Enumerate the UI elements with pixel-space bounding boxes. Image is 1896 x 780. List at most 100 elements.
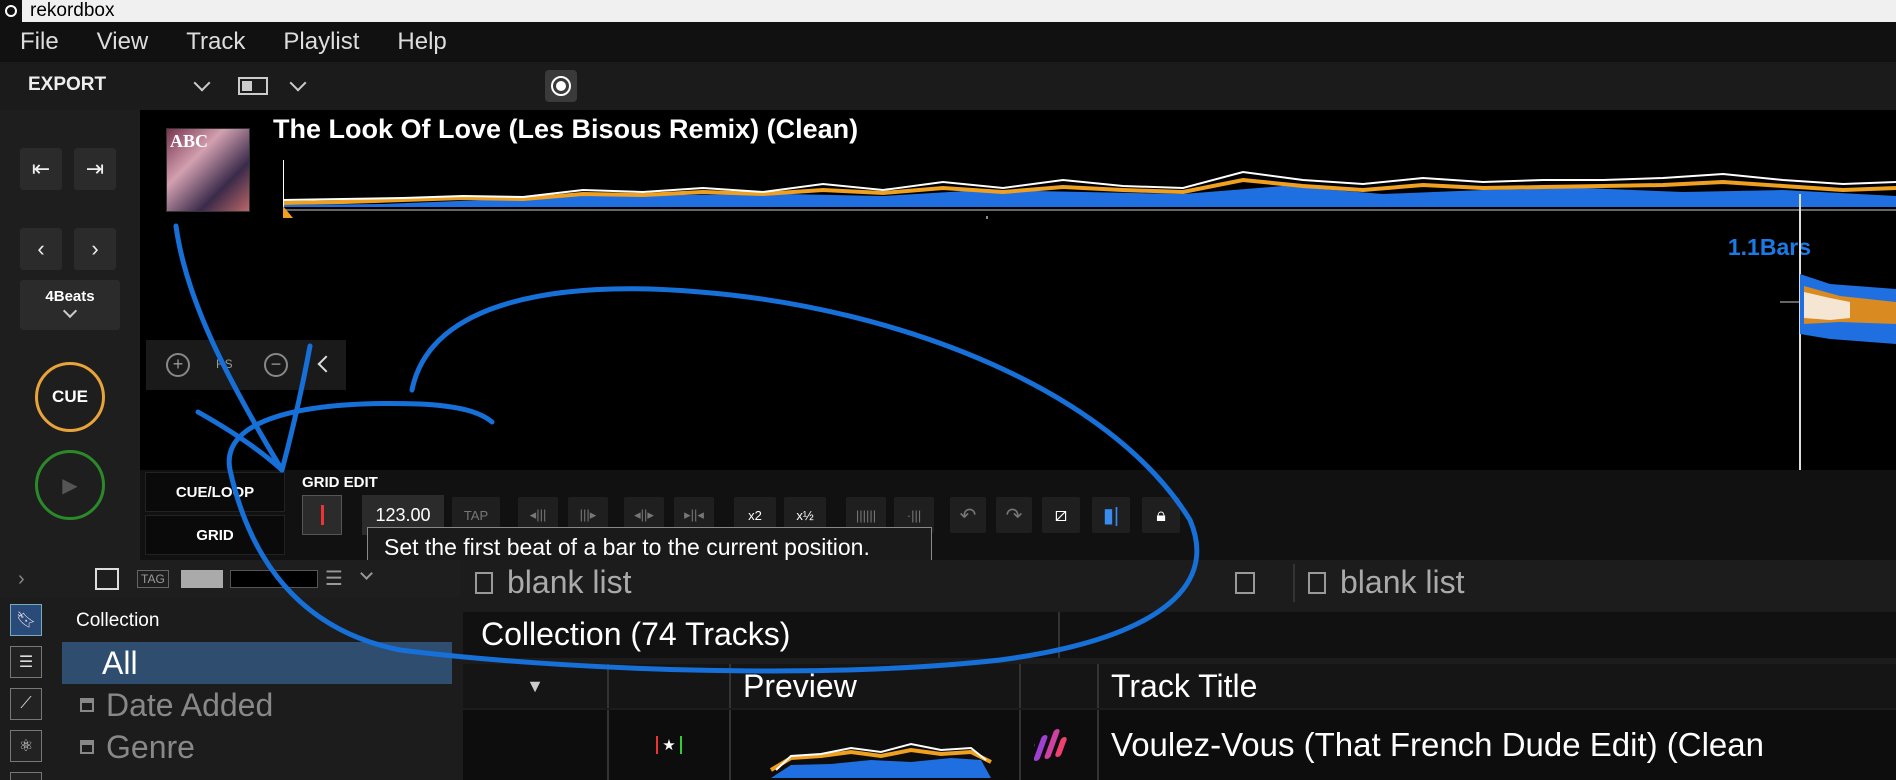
menu-help[interactable]: Help [397,28,446,56]
undo-icon[interactable]: ↶ [950,497,986,533]
deck-controls: ⇤ ⇥ ‹ › 4Beats CUE ▶ [0,110,140,560]
window-title: rekordbox [30,0,115,21]
zoom-in-icon[interactable]: + [166,353,190,377]
record-button[interactable] [545,70,577,102]
tree-item-genre[interactable]: Genre [62,726,452,768]
playlist-icon[interactable]: ☰ [10,646,42,678]
collection-title: Collection (74 Tracks) [481,616,791,652]
list-tabs: blank list blank list [463,560,1896,606]
column-track-title[interactable]: Track Title [1099,664,1896,708]
rating-star-icon: ★ [656,736,682,754]
search-input[interactable] [230,570,318,588]
grid-snap-icon[interactable]: ▮| [1092,497,1130,533]
collection-icon[interactable]: 🔖︎ [10,604,42,636]
list-menu-chevron-down-icon[interactable] [360,567,373,580]
waveform-overview[interactable] [283,150,1896,220]
redo-icon[interactable]: ↷ [996,497,1032,533]
row-track-title: Voulez-Vous (That French Dude Edit) (Cle… [1111,726,1764,763]
device-icon[interactable]: ▯ [10,772,42,780]
playhead-triangle-icon [283,206,293,218]
color-filter-swatch[interactable] [181,570,223,588]
mode-label[interactable]: EXPORT [28,74,106,96]
zoom-out-icon[interactable]: − [264,353,288,377]
explorer-icon[interactable]: ⚛︎ [10,730,42,762]
filter-column[interactable]: ▼ [463,664,609,708]
list-icon [475,571,493,594]
row-preview-cell[interactable] [731,710,1021,780]
menu-track[interactable]: Track [186,28,245,56]
jump-back-button[interactable]: ⇤ [20,148,62,190]
row-blank-cell [463,710,609,780]
grid-lock-icon[interactable]: 🔒︎ [1142,497,1180,533]
beat-jump-selector[interactable]: 4Beats [20,280,120,330]
main-toolbar: EXPORT [0,62,1896,110]
tree-item-label: Genre [106,728,195,765]
chevron-left-icon: ‹ [37,236,45,261]
zoomed-waveform[interactable] [1760,194,1896,500]
menu-view[interactable]: View [97,28,149,56]
tab-grid[interactable]: GRID [145,515,285,555]
tab-divider [1293,564,1295,602]
rekordbox-logo-icon [0,0,22,22]
play-icon: ▶ [62,474,78,497]
list-tab-right[interactable]: blank list [1308,564,1465,601]
browser-panel: › TAG ☰ 🔖︎ ☰ ⟋ ⚛︎ ▯ Collection All Date … [0,560,1896,780]
browser-toolbar: › TAG ☰ [0,560,460,598]
expand-chevron-right-icon[interactable]: › [18,568,25,591]
column-preview[interactable]: Preview [731,664,1021,708]
layout-icon[interactable] [238,77,268,95]
tab-cue-loop[interactable]: CUE/LOOP [145,472,285,512]
cue-button[interactable]: CUE [35,362,105,432]
info-icon[interactable] [1235,572,1255,594]
related-tracks-icon[interactable]: ⟋ [10,688,42,720]
view-mode-icon[interactable] [95,568,119,590]
jump-back-icon: ⇤ [31,156,51,181]
tree-item-date-added[interactable]: Date Added [62,684,452,726]
menu-file[interactable]: File [20,28,59,56]
overview-tick [986,216,988,219]
layout-chevron-down-icon[interactable] [289,74,307,92]
row-wave-blue [771,758,991,778]
list-tab-label: blank list [507,564,632,600]
beat-jump-label: 4Beats [45,288,95,305]
filter-icon: ▼ [526,675,544,696]
collapse-chevron-left-icon[interactable] [317,355,335,373]
zoom-controls: + RS − [146,340,346,390]
list-menu-icon[interactable]: ☰ [325,566,343,591]
column-artwork[interactable] [1021,664,1099,708]
jump-forward-icon: ⇥ [85,156,105,181]
window-titlebar: rekordbox [0,0,1896,22]
beat-jump-forward-button[interactable]: › [74,228,116,270]
lock-icon [80,698,94,712]
album-art-text: ABC [170,131,209,151]
grid-edit-label: GRID EDIT [302,474,378,491]
grid-half-label: x½ [796,507,814,523]
zoom-reset-label[interactable]: RS [216,357,233,371]
list-tab-left[interactable]: blank list [475,564,632,601]
row-rating-cell: ★ [609,710,731,780]
deck-track-title: The Look Of Love (Les Bisous Remix) (Cle… [273,114,859,144]
chevron-down-icon [62,303,78,319]
table-row[interactable]: ★ Voulez-Vous (That French Dude Edit) (C… [463,710,1896,780]
beat-jump-back-button[interactable]: ‹ [20,228,62,270]
column-blank[interactable] [609,664,731,708]
tree-item-label: Date Added [106,686,274,723]
album-art: ABC [166,128,250,212]
tag-button[interactable]: TAG [137,570,169,588]
menu-playlist[interactable]: Playlist [283,28,359,56]
menu-bar: File View Track Playlist Help [0,22,1896,62]
mode-chevron-down-icon[interactable] [193,74,211,92]
tree-item-all[interactable]: All [62,642,452,684]
collection-tree: Collection All Date Added Genre [62,598,452,780]
track-artwork-icon [1034,729,1067,761]
record-icon [551,76,571,96]
lock-icon [80,740,94,754]
grid-clear-icon[interactable]: ⧄ [1042,497,1080,533]
tree-header[interactable]: Collection [62,598,452,642]
set-downbeat-button[interactable] [302,495,342,535]
browser-side-icons: 🔖︎ ☰ ⟋ ⚛︎ ▯ [10,604,50,780]
list-icon [1308,571,1326,594]
column-header: ▼ Preview Track Title [463,664,1896,708]
jump-forward-button[interactable]: ⇥ [74,148,116,190]
play-button[interactable]: ▶ [35,450,105,520]
